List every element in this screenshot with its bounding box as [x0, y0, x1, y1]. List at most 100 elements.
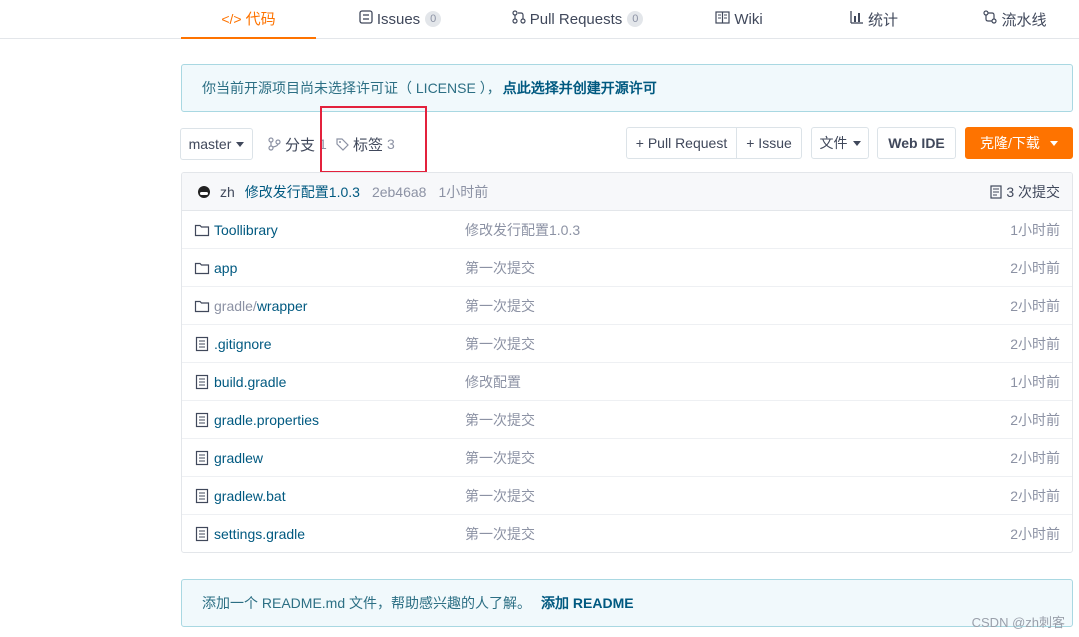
file-name-link[interactable]: app — [214, 260, 237, 276]
new-pull-request-button[interactable]: + Pull Request — [626, 127, 737, 159]
add-readme-link[interactable]: 添加 README — [541, 593, 634, 613]
file-name-link[interactable]: gradle.properties — [214, 412, 319, 428]
file-commit-time: 2小时前 — [1010, 487, 1060, 504]
code-icon: </> — [221, 10, 242, 27]
tab-pipeline[interactable]: 流水线 — [975, 0, 1055, 38]
file-row[interactable]: settings.gradle 第一次提交 2小时前 — [182, 515, 1072, 552]
file-icon — [194, 488, 210, 504]
file-icon — [194, 526, 210, 542]
clone-download-label: 克隆/下载 — [980, 135, 1040, 151]
tab-stats-label: 统计 — [867, 11, 898, 29]
license-notice: 你当前开源项目尚未选择许可证（ LICENSE ）， 点此选择并创建开源许可 — [181, 64, 1073, 112]
file-menu-label: 文件 — [819, 135, 848, 151]
repo-tab-bar: </> 代码 Issues 0 Pull Requests 0 Wiki 统计 … — [0, 0, 1079, 39]
file-commit-message[interactable]: 第一次提交 — [465, 524, 535, 544]
file-commit-message[interactable]: 第一次提交 — [465, 448, 535, 468]
file-row[interactable]: gradle.properties 第一次提交 2小时前 — [182, 401, 1072, 439]
readme-notice-text: 添加一个 README.md 文件，帮助感兴趣的人了解。 — [202, 595, 532, 611]
file-row[interactable]: gradlew 第一次提交 2小时前 — [182, 439, 1072, 477]
file-name-link[interactable]: gradle/wrapper — [214, 298, 307, 314]
tab-wiki-label: Wiki — [734, 10, 763, 28]
web-ide-label: Web IDE — [888, 135, 945, 151]
file-commit-message[interactable]: 第一次提交 — [465, 258, 535, 278]
folder-icon — [194, 298, 210, 314]
readme-notice: 添加一个 README.md 文件，帮助感兴趣的人了解。 添加 README — [181, 579, 1073, 627]
file-menu-button[interactable]: 文件 — [811, 127, 869, 159]
file-commit-message[interactable]: 第一次提交 — [465, 486, 535, 506]
watermark: CSDN @zh刺客 — [971, 615, 1065, 630]
file-name-link[interactable]: settings.gradle — [214, 526, 305, 542]
file-row[interactable]: Toollibrary 修改发行配置1.0.3 1小时前 — [182, 211, 1072, 249]
commit-author[interactable]: zh — [220, 184, 235, 200]
file-commit-time: 2小时前 — [1010, 411, 1060, 428]
chevron-down-icon — [1049, 140, 1058, 146]
file-icon — [194, 374, 210, 390]
new-issue-button[interactable]: + Issue — [736, 127, 802, 159]
file-name-part: wrapper — [256, 297, 308, 314]
file-commit-time: 2小时前 — [1010, 449, 1060, 466]
commits-count-link[interactable]: 3 次提交 — [990, 173, 1060, 211]
file-commit-time: 2小时前 — [1010, 335, 1060, 352]
file-row[interactable]: app 第一次提交 2小时前 — [182, 249, 1072, 287]
branch-icon — [268, 137, 281, 151]
tab-code[interactable]: </> 代码 — [181, 0, 316, 39]
clone-download-button[interactable]: 克隆/下载 — [965, 127, 1073, 159]
file-commit-time: 2小时前 — [1010, 259, 1060, 276]
commit-message-link[interactable]: 修改发行配置1.0.3 — [245, 182, 360, 202]
tab-wiki[interactable]: Wiki — [700, 0, 778, 38]
tab-stats[interactable]: 统计 — [835, 0, 913, 38]
file-commit-time: 1小时前 — [1010, 221, 1060, 238]
branches-label: 分支 — [285, 136, 316, 154]
license-notice-text: 你当前开源项目尚未选择许可证（ LICENSE ）， — [202, 80, 501, 96]
file-name-link[interactable]: gradlew — [214, 450, 263, 466]
latest-commit-bar: zh 修改发行配置1.0.3 2eb46a8 1小时前 3 次提交 — [182, 173, 1072, 211]
stats-chart-icon — [850, 10, 864, 28]
file-commit-time: 2小时前 — [1010, 526, 1060, 542]
file-row[interactable]: gradlew.bat 第一次提交 2小时前 — [182, 477, 1072, 515]
file-icon — [194, 412, 210, 428]
file-commit-message[interactable]: 修改配置 — [465, 372, 521, 392]
tab-pull-requests-label: Pull Requests — [529, 10, 623, 28]
chevron-down-icon — [852, 140, 861, 146]
file-commit-time: 1小时前 — [1010, 373, 1060, 390]
pull-requests-count-badge: 0 — [627, 11, 644, 27]
file-commit-message[interactable]: 第一次提交 — [465, 296, 535, 316]
file-name-link[interactable]: Toollibrary — [214, 222, 278, 238]
file-commit-message[interactable]: 修改发行配置1.0.3 — [465, 220, 580, 240]
issues-icon — [359, 10, 373, 28]
branches-link[interactable]: 分支 1 — [268, 128, 327, 160]
commit-sha[interactable]: 2eb46a8 — [372, 184, 427, 200]
file-commit-message[interactable]: 第一次提交 — [465, 334, 535, 354]
pipeline-icon — [983, 10, 998, 28]
wiki-book-icon — [715, 10, 730, 28]
file-name-link[interactable]: build.gradle — [214, 374, 286, 390]
file-row[interactable]: gradle/wrapper 第一次提交 2小时前 — [182, 287, 1072, 325]
file-commit-time: 2小时前 — [1010, 297, 1060, 314]
tab-issues[interactable]: Issues 0 — [340, 0, 460, 38]
file-icon — [194, 336, 210, 352]
new-issue-label: + Issue — [746, 135, 792, 151]
folder-icon — [194, 260, 210, 276]
commits-icon — [990, 185, 1002, 199]
annotation-highlight-box — [320, 106, 427, 173]
web-ide-button[interactable]: Web IDE — [877, 127, 956, 159]
commits-count-label: 3 次提交 — [1006, 184, 1060, 200]
file-commit-message[interactable]: 第一次提交 — [465, 410, 535, 430]
branch-select[interactable]: master — [180, 128, 253, 160]
file-name-link[interactable]: gradlew.bat — [214, 488, 286, 504]
avatar[interactable] — [198, 185, 210, 198]
chevron-down-icon — [236, 141, 245, 147]
tab-code-label: 代码 — [245, 11, 276, 28]
tab-pipeline-label: 流水线 — [1001, 11, 1047, 29]
create-license-link[interactable]: 点此选择并创建开源许可 — [503, 78, 657, 98]
issues-count-badge: 0 — [425, 11, 442, 27]
tab-pull-requests[interactable]: Pull Requests 0 — [500, 0, 655, 38]
tab-issues-label: Issues — [376, 10, 421, 28]
file-row[interactable]: .gitignore 第一次提交 2小时前 — [182, 325, 1072, 363]
file-name-link[interactable]: .gitignore — [214, 336, 272, 352]
branch-select-label: master — [188, 136, 232, 152]
file-icon — [194, 450, 210, 466]
file-list: zh 修改发行配置1.0.3 2eb46a8 1小时前 3 次提交 Toolli… — [181, 172, 1073, 553]
file-row[interactable]: build.gradle 修改配置 1小时前 — [182, 363, 1072, 401]
pull-request-icon — [512, 10, 526, 28]
